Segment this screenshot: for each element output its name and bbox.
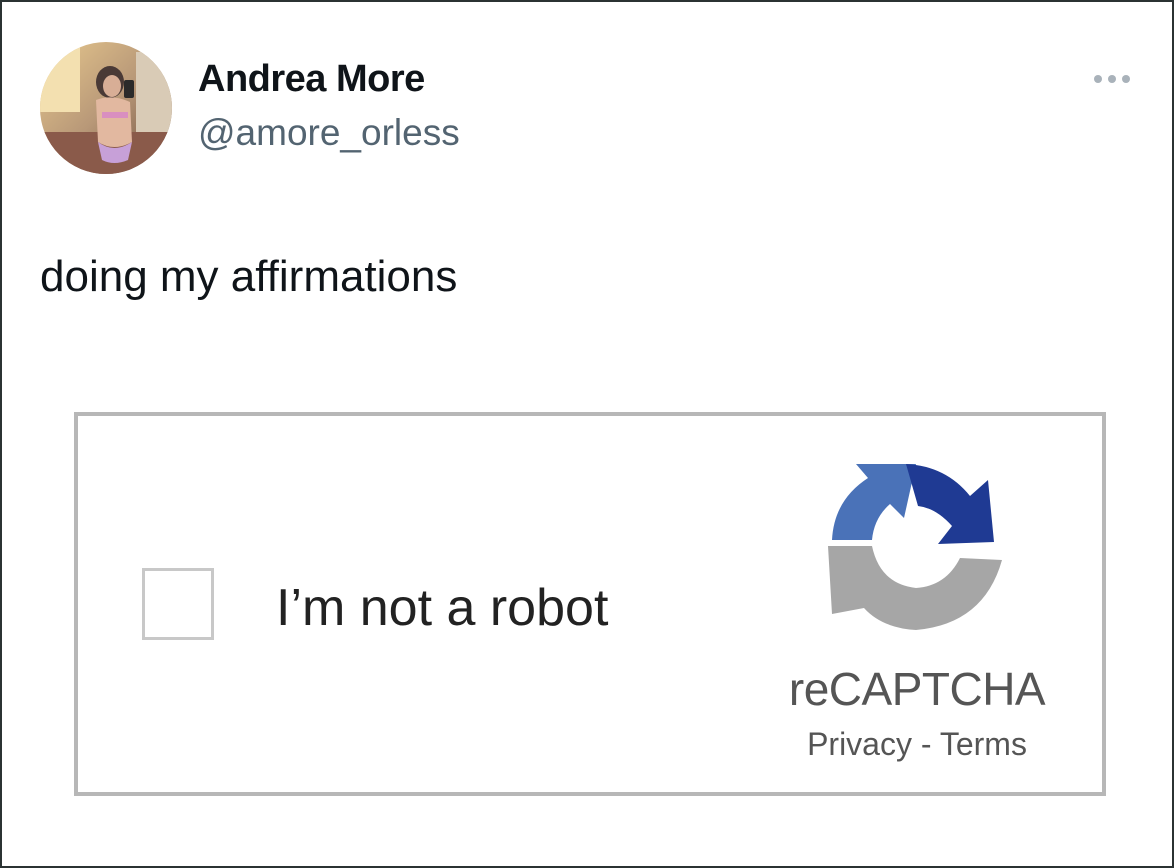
recaptcha-links: Privacy - Terms: [778, 726, 1056, 763]
more-options-icon[interactable]: [1084, 64, 1140, 94]
privacy-link[interactable]: Privacy: [807, 726, 912, 762]
not-a-robot-checkbox[interactable]: [142, 568, 214, 640]
link-separator: -: [911, 726, 940, 762]
checkbox-label: I’m not a robot: [276, 579, 609, 637]
dot: [1108, 75, 1116, 83]
terms-link[interactable]: Terms: [940, 726, 1027, 762]
author-name[interactable]: Andrea More: [198, 58, 425, 101]
avatar[interactable]: [40, 42, 172, 174]
tweet-card: Andrea More @amore_orless doing my affir…: [0, 0, 1174, 868]
recaptcha-logo-icon: [828, 464, 1002, 630]
recaptcha-widget: I’m not a robot reCAPTCHA Privacy - Term…: [74, 412, 1106, 796]
avatar-photo: [40, 42, 172, 174]
dot: [1122, 75, 1130, 83]
dot: [1094, 75, 1102, 83]
recaptcha-brand: reCAPTCHA: [788, 663, 1046, 715]
author-handle[interactable]: @amore_orless: [198, 112, 460, 154]
tweet-text: doing my affirmations: [40, 252, 458, 301]
